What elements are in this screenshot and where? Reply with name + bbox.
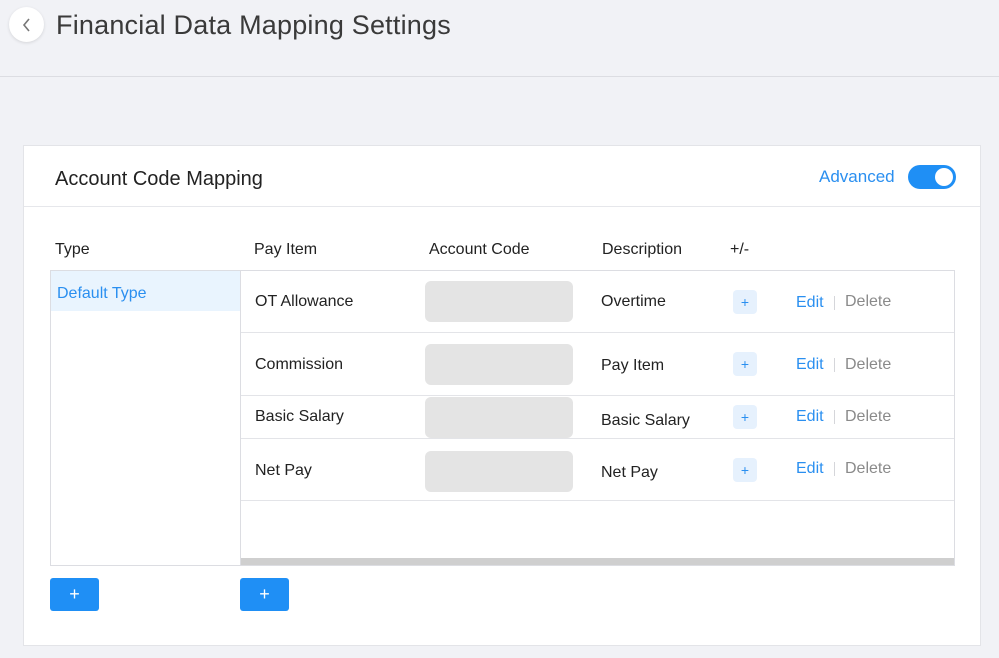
type-item-default[interactable]: Default Type <box>51 271 241 311</box>
delete-link[interactable]: Delete <box>845 460 891 478</box>
page-title: Financial Data Mapping Settings <box>56 10 451 40</box>
table-row: OT Allowance Overtime + Edit Delete <box>241 271 954 333</box>
add-row-button[interactable]: + <box>733 405 757 429</box>
link-divider <box>834 410 835 424</box>
account-code-mapping-card: Account Code Mapping Advanced Type Pay I… <box>23 145 981 646</box>
back-button[interactable] <box>9 7 44 42</box>
edit-link[interactable]: Edit <box>796 294 824 312</box>
description-cell: Basic Salary <box>601 412 690 429</box>
column-header-account-code: Account Code <box>429 241 530 258</box>
pay-item-cell: Commission <box>255 356 344 373</box>
advanced-toggle[interactable] <box>908 165 956 189</box>
add-type-button[interactable]: + <box>50 578 99 611</box>
card-header: Account Code Mapping Advanced <box>24 146 980 207</box>
account-code-input[interactable] <box>425 451 573 492</box>
link-divider <box>834 462 835 476</box>
column-header-type: Type <box>55 241 90 258</box>
column-header-pay-item: Pay Item <box>254 241 318 258</box>
description-cell: Pay Item <box>601 357 665 374</box>
top-bar: Financial Data Mapping Settings <box>0 0 999 77</box>
add-row-button[interactable]: + <box>733 458 757 482</box>
pay-item-cell: Net Pay <box>255 462 312 479</box>
account-code-input[interactable] <box>425 397 573 438</box>
column-header-plus-minus: +/- <box>730 241 750 258</box>
account-code-input[interactable] <box>425 344 573 385</box>
edit-link[interactable]: Edit <box>796 356 824 374</box>
link-divider <box>834 358 835 372</box>
description-cell: Net Pay <box>601 464 658 481</box>
column-header-description: Description <box>602 241 683 258</box>
pay-item-table: OT Allowance Overtime + Edit Delete Comm… <box>240 270 955 566</box>
add-pay-item-button[interactable]: + <box>240 578 289 611</box>
add-row-button[interactable]: + <box>733 352 757 376</box>
add-row-button[interactable]: + <box>733 290 757 314</box>
chevron-left-icon <box>22 17 30 32</box>
delete-link[interactable]: Delete <box>845 356 891 374</box>
horizontal-scrollbar[interactable] <box>241 558 954 565</box>
edit-link[interactable]: Edit <box>796 460 824 478</box>
delete-link[interactable]: Delete <box>845 408 891 426</box>
link-divider <box>834 296 835 310</box>
toggle-knob <box>935 168 953 186</box>
edit-link[interactable]: Edit <box>796 408 824 426</box>
table-row: Basic Salary Basic Salary + Edit Delete <box>241 396 954 439</box>
account-code-input[interactable] <box>425 281 573 322</box>
pay-item-cell: Basic Salary <box>255 408 344 425</box>
table-row: Commission Pay Item + Edit Delete <box>241 333 954 396</box>
type-list: Default Type <box>50 270 241 566</box>
advanced-label[interactable]: Advanced <box>819 167 895 187</box>
description-cell: Overtime <box>601 293 666 310</box>
table-row: Net Pay Net Pay + Edit Delete <box>241 439 954 501</box>
delete-link[interactable]: Delete <box>845 293 891 311</box>
card-title: Account Code Mapping <box>55 168 263 190</box>
pay-item-cell: OT Allowance <box>255 293 354 310</box>
